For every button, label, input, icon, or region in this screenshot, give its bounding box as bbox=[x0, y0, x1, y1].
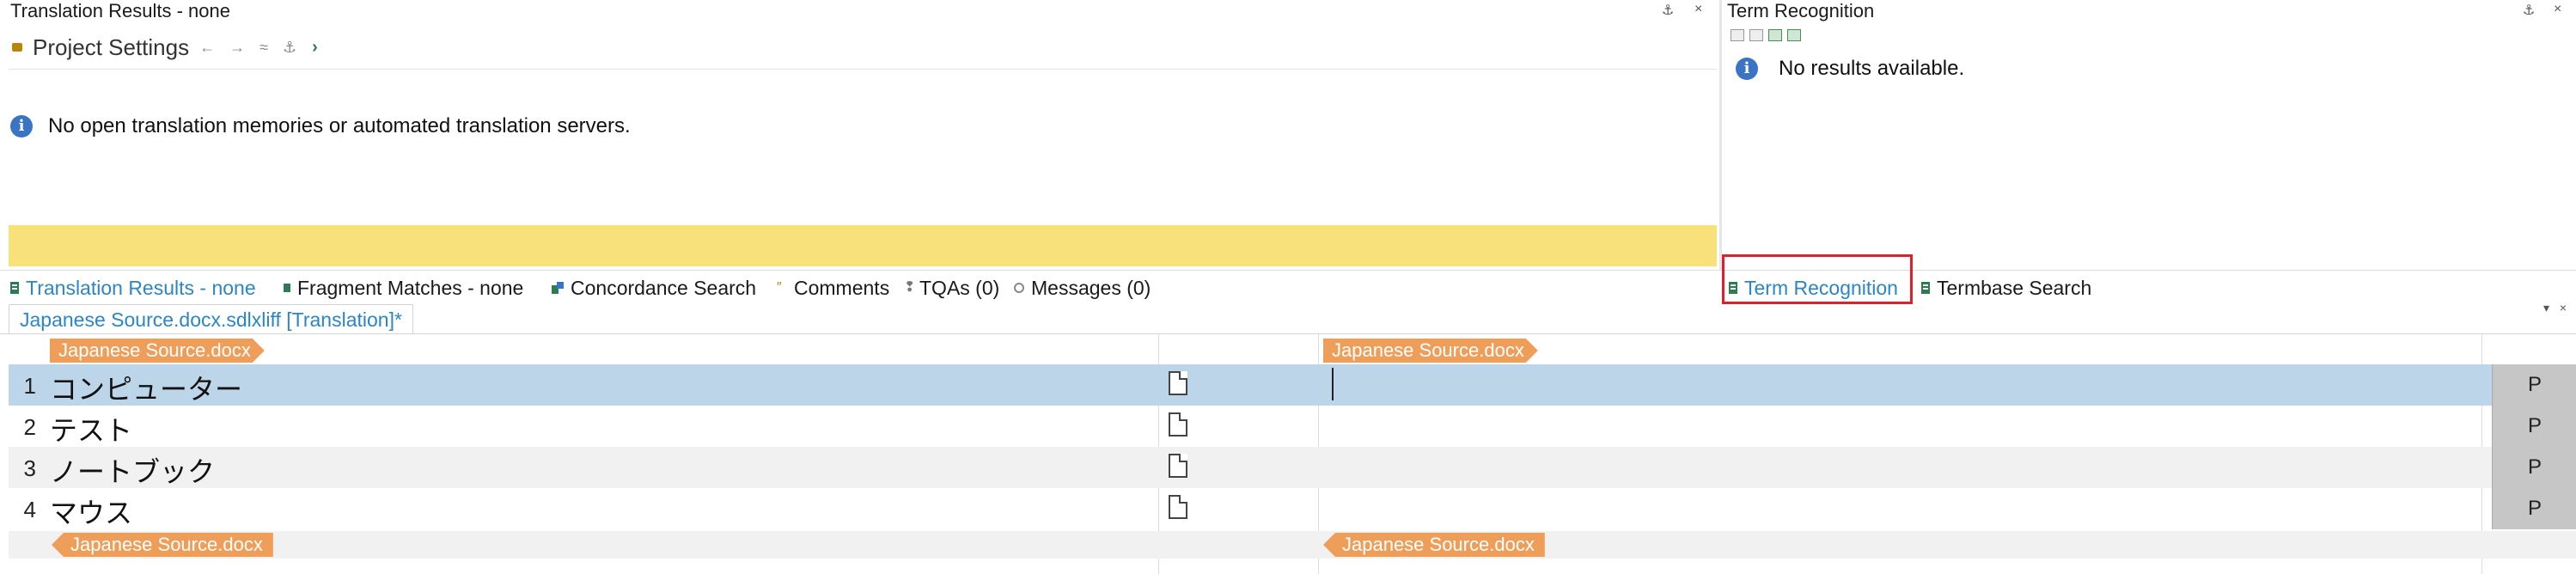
segment-row[interactable]: 2 テスト P bbox=[9, 406, 2576, 447]
termbase-search-icon bbox=[1921, 282, 1930, 294]
segment-status: P bbox=[2492, 447, 2576, 488]
project-nav-icons[interactable]: ← → ≈ ⚓ bbox=[199, 39, 302, 57]
segment-status: P bbox=[2492, 406, 2576, 447]
tab-messages[interactable]: Messages (0) bbox=[1014, 275, 1151, 301]
pin-icon[interactable]: ⚓ bbox=[2523, 2, 2535, 19]
document-icon bbox=[1169, 454, 1187, 478]
tab-label: Termbase Search bbox=[1937, 276, 2092, 299]
messages-icon bbox=[1014, 283, 1024, 293]
file-tag-label: Japanese Source.docx bbox=[70, 534, 263, 555]
segment-row[interactable]: 1 コンピューター P bbox=[9, 364, 2576, 406]
pin-icon[interactable]: ⚓ bbox=[1662, 2, 1674, 19]
segment-number: 2 bbox=[23, 414, 36, 440]
highlight-box bbox=[1722, 254, 1913, 304]
file-tag-label: Japanese Source.docx bbox=[58, 339, 251, 361]
segment-number: 4 bbox=[23, 497, 36, 522]
document-tab[interactable]: Japanese Source.docx.sdlxliff [Translati… bbox=[9, 304, 413, 334]
document-tab-label: Japanese Source.docx.sdlxliff [Translati… bbox=[20, 308, 402, 331]
toolbar-icon[interactable] bbox=[1731, 29, 1744, 41]
document-tab-border bbox=[0, 333, 2576, 334]
term-info-row: i No results available. bbox=[1736, 57, 1964, 81]
segment-status: P bbox=[2492, 364, 2576, 406]
toolbar-icon[interactable] bbox=[1768, 29, 1782, 41]
document-icon bbox=[1169, 371, 1187, 395]
tqa-icon: ❢ bbox=[904, 280, 916, 295]
translation-results-title: Translation Results - none bbox=[10, 0, 230, 21]
comments-icon: ″ bbox=[777, 280, 782, 295]
toolbar-icon[interactable] bbox=[1749, 29, 1763, 41]
close-icon[interactable]: × bbox=[1694, 2, 1702, 17]
source-segment[interactable]: ノートブック bbox=[50, 450, 215, 490]
target-segment[interactable] bbox=[1337, 452, 2480, 483]
term-toolbar bbox=[1731, 29, 1801, 41]
results-highlight-bar bbox=[9, 225, 1717, 266]
translation-results-icon bbox=[10, 282, 19, 294]
target-segment[interactable] bbox=[1337, 493, 2480, 524]
tab-label: Fragment Matches - none bbox=[297, 276, 524, 299]
tabstrip-border bbox=[0, 270, 2576, 271]
source-segment[interactable]: コンピューター bbox=[50, 368, 242, 407]
document-icon bbox=[1169, 495, 1187, 519]
source-segment[interactable]: マウス bbox=[50, 492, 132, 531]
tab-tqas[interactable]: ❢ TQAs (0) bbox=[904, 275, 999, 301]
tab-translation-results[interactable]: Translation Results - none bbox=[10, 275, 256, 301]
chevron-right-icon[interactable]: › bbox=[312, 38, 318, 58]
tab-label: Concordance Search bbox=[571, 276, 757, 299]
term-info-message: No results available. bbox=[1779, 57, 1965, 80]
divider bbox=[9, 69, 1717, 70]
tab-label: Comments bbox=[794, 276, 890, 299]
project-settings-label[interactable]: Project Settings bbox=[33, 34, 189, 61]
tab-termbase-search[interactable]: Termbase Search bbox=[1921, 275, 2091, 301]
project-settings-row: Project Settings ← → ≈ ⚓ › bbox=[12, 31, 318, 64]
tab-label: Messages (0) bbox=[1031, 276, 1151, 299]
tab-comments[interactable]: ″ Comments bbox=[777, 275, 889, 301]
term-recognition-title: Term Recognition bbox=[1727, 0, 1875, 21]
document-icon bbox=[1169, 412, 1187, 437]
concordance-search-icon bbox=[552, 282, 564, 294]
text-cursor bbox=[1332, 368, 1334, 400]
segment-row[interactable]: 4 マウス P bbox=[9, 488, 2576, 529]
file-tag-label: Japanese Source.docx bbox=[1342, 534, 1535, 555]
source-segment[interactable]: テスト bbox=[50, 409, 132, 449]
tab-fragment-matches[interactable]: Fragment Matches - none bbox=[284, 275, 523, 301]
panel-splitter[interactable] bbox=[1719, 0, 1722, 270]
segment-row[interactable]: 3 ノートブック P bbox=[9, 447, 2576, 488]
target-file-tag-close: Japanese Source.docx bbox=[1323, 533, 1545, 557]
info-message-row: i No open translation memories or automa… bbox=[10, 114, 631, 138]
info-message: No open translation memories or automate… bbox=[48, 114, 631, 137]
tab-concordance-search[interactable]: Concordance Search bbox=[552, 275, 756, 301]
fragment-matches-icon bbox=[284, 284, 290, 292]
term-recognition-panel bbox=[1724, 0, 2576, 270]
source-file-tag-open: Japanese Source.docx bbox=[50, 339, 265, 363]
file-end-row bbox=[9, 531, 2576, 559]
file-tag-label: Japanese Source.docx bbox=[1332, 339, 1524, 361]
segment-status: P bbox=[2492, 488, 2576, 529]
close-icon[interactable]: × bbox=[2554, 2, 2561, 17]
project-settings-icon bbox=[12, 43, 22, 52]
toolbar-icon[interactable] bbox=[1787, 29, 1801, 41]
document-corner-controls[interactable]: ▾ × bbox=[2543, 301, 2570, 315]
source-file-tag-close: Japanese Source.docx bbox=[52, 533, 273, 557]
segment-number: 3 bbox=[23, 455, 36, 481]
tab-label: TQAs (0) bbox=[919, 276, 1000, 299]
target-file-tag-open: Japanese Source.docx bbox=[1323, 339, 1538, 363]
segment-number: 1 bbox=[23, 373, 36, 399]
info-icon: i bbox=[1736, 58, 1758, 80]
tab-label: Translation Results - none bbox=[26, 276, 256, 299]
target-segment[interactable] bbox=[1337, 411, 2480, 442]
info-icon: i bbox=[10, 115, 33, 137]
target-segment[interactable] bbox=[1337, 369, 2480, 400]
